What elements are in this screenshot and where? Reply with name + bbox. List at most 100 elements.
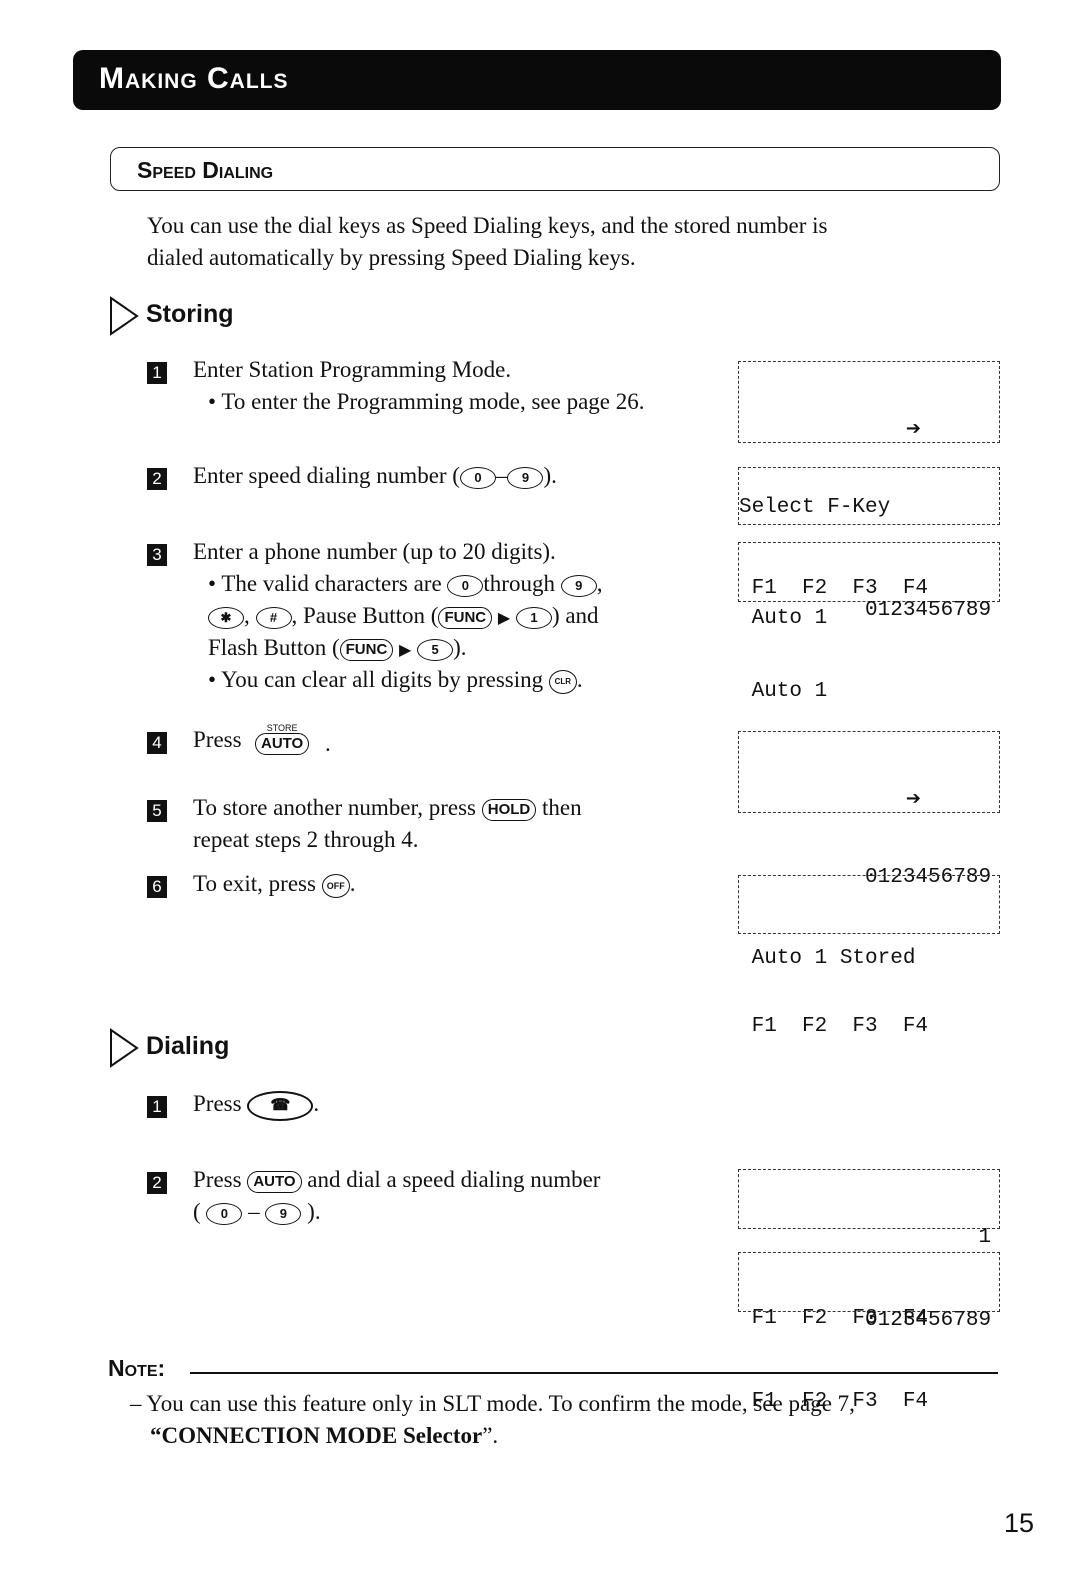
step-text: Press ☎. (193, 1088, 319, 1121)
off-key-icon: OFF (321, 873, 350, 898)
text: , Pause Button ( (291, 603, 439, 628)
arrow-right-icon: ▶ (399, 642, 412, 659)
text: Enter speed dialing number ( (193, 463, 460, 488)
section-header: Speed Dialing (110, 147, 1000, 191)
text: ). (307, 1199, 321, 1224)
key-9-icon: 9 (507, 466, 544, 489)
phone-handset-key-icon: ☎ (247, 1090, 314, 1121)
key-hash-icon: # (255, 606, 292, 629)
store-auto-key-icon: STORE AUTO (255, 723, 310, 755)
text: through (483, 571, 555, 596)
step-bullet: • The valid characters are 0 through 9, (208, 568, 602, 600)
step-text: To store another number, press HOLD then (193, 792, 582, 824)
step-text-cont: ( 0 – 9 ). (193, 1196, 321, 1228)
step-number: 5 (147, 800, 167, 822)
lcd-display: 0123456789 F1 F2 F3 F4 (738, 1252, 1000, 1413)
triangle-right-icon (110, 1028, 139, 1068)
dialing-heading-text: Dialing (146, 1032, 230, 1060)
text: ”. (482, 1423, 499, 1448)
step-number: 3 (147, 544, 167, 566)
note-line: – You can use this feature only in SLT m… (130, 1391, 855, 1416)
step-bullet: • To enter the Programming mode, see pag… (208, 389, 645, 414)
note-text: – You can use this feature only in SLT m… (130, 1388, 1010, 1452)
arrow-icon: ➔ (905, 418, 921, 439)
text: , (596, 571, 603, 596)
chapter-title: Making Calls (99, 62, 289, 95)
text: • The valid characters are (208, 571, 442, 596)
text: • You can clear all digits by pressing (208, 667, 544, 692)
arrow-right-icon: ▶ (497, 610, 511, 627)
step-number: 2 (147, 1172, 167, 1194)
key-5-flash-icon: 5 (417, 638, 454, 661)
lcd-display: 0123456789 Auto 1 (738, 542, 1000, 703)
intro-paragraph: You can use the dial keys as Speed Diali… (147, 210, 977, 274)
key-1-pause-icon: 1 (515, 606, 552, 629)
text: . (313, 1091, 320, 1116)
text: ( (193, 1199, 201, 1224)
key-0-icon: 0 (447, 574, 484, 597)
section-title: Speed Dialing (137, 157, 274, 183)
key-star-icon: ✱ (208, 606, 244, 629)
page-number: 15 (1004, 1508, 1035, 1538)
key-top-label: STORE (266, 723, 298, 733)
key-0-icon: 0 (206, 1202, 243, 1225)
text: Press (193, 1091, 242, 1116)
text: ). (453, 635, 467, 660)
step-text: Enter speed dialing number (0–9). (193, 460, 557, 492)
lcd-line: F1 F2 F3 F4 (739, 1015, 929, 1038)
step-number: 2 (147, 468, 167, 490)
text: ). (543, 463, 557, 488)
text: . (349, 871, 356, 896)
lcd-line: 1 (739, 1226, 992, 1249)
dash: – (495, 463, 508, 488)
intro-line: dialed automatically by pressing Speed D… (147, 245, 636, 270)
lcd-display: 1 F1 F2 F3 F4 (738, 1169, 1000, 1330)
func-key-icon: FUNC (438, 606, 493, 629)
step-bullet-cont: ✱, #, Pause Button (FUNC ▶ 1) and (208, 600, 599, 635)
key-9-icon: 9 (265, 1202, 302, 1225)
note-divider (190, 1372, 998, 1374)
text: and dial a speed dialing number (307, 1167, 601, 1192)
text: Press (193, 1167, 242, 1192)
dash: – (248, 1199, 260, 1224)
step-bullet-cont: Flash Button (FUNC ▶ 5). (208, 632, 467, 667)
text: To exit, press (193, 871, 316, 896)
note-line: “CONNECTION MODE Selector”. (130, 1420, 1010, 1452)
text: To store another number, press (193, 795, 476, 820)
text: Flash Button ( (208, 635, 340, 660)
step-text-cont: repeat steps 2 through 4. (193, 827, 419, 852)
chapter-banner: Making Calls (73, 50, 1001, 110)
step-bullet: • You can clear all digits by pressing C… (208, 664, 583, 696)
step-text: Enter Station Programming Mode. (193, 357, 512, 382)
key-0-icon: 0 (459, 466, 496, 489)
triangle-right-icon (110, 296, 139, 336)
lcd-line: Auto 1 (739, 680, 828, 703)
lcd-display: F1 F2 F3 F4 (738, 875, 1000, 1038)
intro-line: You can use the dial keys as Speed Diali… (147, 213, 828, 238)
auto-key-label: AUTO (255, 733, 310, 755)
key-9-icon: 9 (560, 574, 597, 597)
step-number: 1 (147, 362, 167, 384)
text: ) and (551, 603, 599, 628)
arrow-icon: ➔ (905, 788, 921, 809)
step-number: 1 (147, 1096, 167, 1118)
clear-key-icon: CLR (548, 669, 577, 694)
lcd-line (739, 932, 999, 959)
step-number: 6 (147, 876, 167, 898)
step-text: Press (193, 727, 242, 752)
lcd-line: 0123456789 (739, 599, 992, 622)
step-number: 4 (147, 732, 167, 754)
hold-key-icon: HOLD (481, 798, 537, 821)
step-text: To exit, press OFF. (193, 868, 355, 900)
note-reference: “CONNECTION MODE Selector (150, 1423, 483, 1448)
storing-heading-text: Storing (146, 300, 234, 328)
lcd-display: ➔ Select F-Key F1 F2 F3 F4 (738, 361, 1000, 600)
note-heading: Note: (108, 1355, 166, 1381)
text: . (576, 667, 583, 692)
lcd-display: Auto 1 (738, 467, 1000, 630)
step-text: Press AUTO and dial a speed dialing numb… (193, 1164, 600, 1196)
text: then (541, 795, 582, 820)
auto-key-icon: AUTO (247, 1170, 302, 1193)
lcd-line: 0123456789 (739, 1309, 992, 1332)
func-key-icon: FUNC (339, 638, 394, 661)
